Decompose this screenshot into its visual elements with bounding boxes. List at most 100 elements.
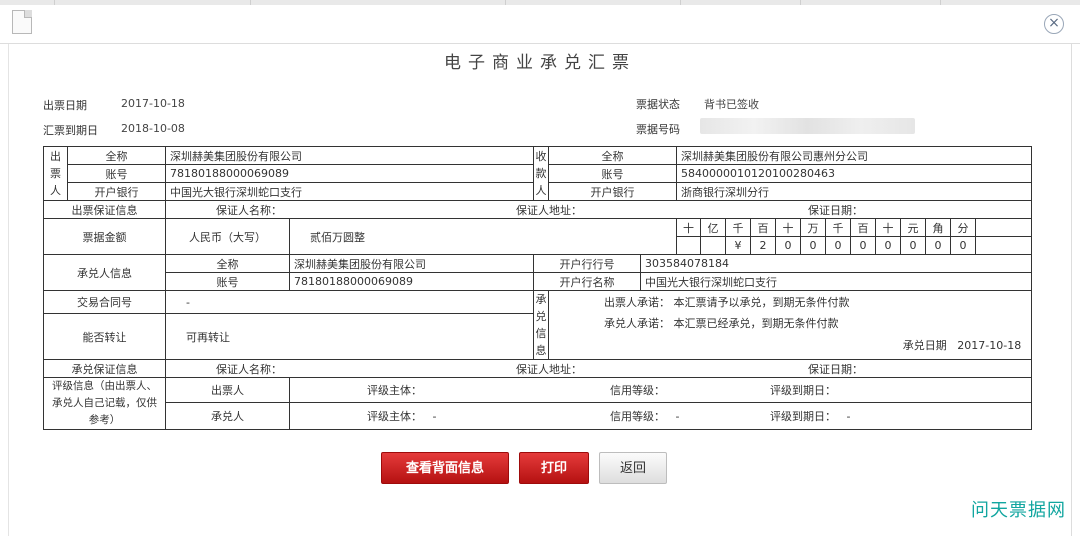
acceptor-bank-no: 303584078184 — [639, 254, 1033, 273]
amount-unit: 万 — [800, 218, 827, 237]
contract-label: 交易合同号 — [43, 290, 166, 314]
payee-bank: 浙商银行深圳分行 — [676, 182, 1033, 201]
amount-unit: 角 — [925, 218, 952, 237]
acceptance-guarantor-address-label: 保证人地址： — [516, 362, 582, 376]
acceptor-promise: 承兑人承诺： 本汇票已经承兑，到期无条件付款 — [604, 317, 839, 331]
drawer-guarantee-fields: 保证人名称： 保证人地址： 保证日期： — [164, 200, 1033, 219]
rating-expiry: 评级到期日： — [770, 383, 836, 397]
amount-unit: 分 — [950, 218, 977, 237]
amount-digit: 0 — [875, 236, 902, 255]
amount-unit: 百 — [850, 218, 877, 237]
acceptance-guarantee-date-label: 保证日期： — [808, 362, 863, 376]
action-bar: 查看背面信息 打印 返回 — [0, 452, 1080, 486]
transferable-value: 可再转让 — [165, 313, 534, 360]
amount-unit: 千 — [725, 218, 752, 237]
amount-unit: 元 — [900, 218, 927, 237]
acceptor-row-2: 账号 78180188000069089 开户行名称 中国光大银行深圳蛇口支行 — [44, 272, 1033, 291]
drawer-guarantee-row: 出票保证信息 保证人名称： 保证人地址： 保证日期： — [43, 200, 1033, 219]
amount-unit: 十 — [775, 218, 802, 237]
rating-subject: 评级主体： - — [367, 409, 437, 423]
window-titlebar: × — [0, 0, 1080, 44]
payee-side-label: 收款人 — [533, 146, 549, 201]
watermark-logo: 问天票据网 — [971, 500, 1066, 521]
drawer-account: 78180188000069089 — [165, 164, 534, 183]
view-back-info-button[interactable]: 查看背面信息 — [381, 452, 509, 484]
rating-grade: 信用等级： — [610, 383, 665, 397]
drawer-guarantee-label: 出票保证信息 — [43, 200, 166, 219]
rating-party: 承兑人 — [165, 401, 290, 431]
amount-digit: 0 — [925, 236, 952, 255]
acceptor-account-label: 账号 — [165, 272, 290, 291]
rating-row-drawer: 评级信息（由出票人、承兑人自己记载，仅供参考） 出票人 评级主体： 信用等级： … — [43, 377, 1033, 430]
amount-unit: 十 — [875, 218, 902, 237]
rating-row-acceptor: 承兑人 评级主体： - 信用等级： - 评级到期日： - — [44, 401, 1033, 431]
payee-name-label: 全称 — [547, 146, 678, 165]
amount-digit — [676, 236, 702, 255]
acceptor-bank-name: 中国光大银行深圳蛇口支行 — [639, 272, 1033, 291]
bill-no-redacted — [700, 118, 915, 134]
issue-date-value: 2017-10-18 — [121, 97, 185, 110]
amount-digit: 0 — [950, 236, 977, 255]
bill-no-label: 票据号码 — [636, 123, 680, 136]
acceptor-promise-block: 承兑人承诺： 本汇票已经承兑，到期无条件付款 承兑日期 2017-10-18 — [547, 313, 1033, 360]
payee-bank-label: 开户银行 — [547, 182, 678, 201]
status-value: 背书已签收 — [704, 98, 759, 111]
amount-units-row: 票据金额 人民币（大写） 贰佰万圆整 十 亿 千 百 十 万 千 百 十 元 角… — [43, 218, 1033, 255]
drawer-name: 深圳赫美集团股份有限公司 — [165, 146, 534, 165]
rating-expiry: 评级到期日： - — [770, 409, 851, 423]
rating-label: 评级信息（由出票人、承兑人自己记载，仅供参考） — [43, 377, 166, 430]
amount-unit: 百 — [750, 218, 777, 237]
acceptance-guarantee-fields: 保证人名称： 保证人地址： 保证日期： — [164, 359, 1033, 378]
amount-unit: 千 — [825, 218, 852, 237]
amount-label: 票据金额 — [43, 218, 166, 255]
amount-unit — [975, 218, 1033, 237]
close-button[interactable]: × — [1044, 14, 1064, 34]
amount-digit: 0 — [800, 236, 827, 255]
acceptor-info-label: 承兑人信息 — [43, 254, 166, 291]
document-icon — [12, 10, 32, 34]
acceptance-side-label: 承兑信息 — [533, 290, 549, 360]
contract-row: 交易合同号 - 承兑信息 出票人承诺： 本汇票请予以承兑，到期无条件付款 — [43, 290, 1033, 360]
amount-digit: 0 — [850, 236, 877, 255]
drawer-bank: 中国光大银行深圳蛇口支行 — [165, 182, 534, 201]
rating-fields: 评级主体： - 信用等级： - 评级到期日： - — [288, 401, 1033, 431]
drawer-bank-label: 开户银行 — [67, 182, 166, 201]
acceptance-guarantee-row: 承兑保证信息 保证人名称： 保证人地址： 保证日期： — [43, 359, 1033, 378]
rating-subject: 评级主体： — [367, 383, 422, 397]
acceptor-bank-no-label: 开户行行号 — [533, 254, 641, 273]
contract-value: - — [165, 290, 534, 314]
amount-digit: 0 — [900, 236, 927, 255]
accept-date: 承兑日期 2017-10-18 — [902, 339, 1022, 353]
amount-digit — [700, 236, 727, 255]
amount-unit: 十 — [676, 218, 702, 237]
amount-digit — [975, 236, 1033, 255]
due-date-value: 2018-10-08 — [121, 122, 185, 135]
drawer-payee-row-1: 出票人 全称 深圳赫美集团股份有限公司 收款人 全称 深圳赫美集团股份有限公司惠… — [43, 146, 1033, 201]
due-date-label: 汇票到期日 — [43, 124, 98, 137]
amount-unit: 亿 — [700, 218, 727, 237]
acceptor-name-label: 全称 — [165, 254, 290, 273]
issue-date-label: 出票日期 — [43, 99, 87, 112]
transferable-label: 能否转让 — [43, 313, 166, 360]
amount-digit: 2 — [750, 236, 777, 255]
bill-table: 出票人 全称 深圳赫美集团股份有限公司 收款人 全称 深圳赫美集团股份有限公司惠… — [43, 146, 1033, 431]
drawer-account-label: 账号 — [67, 164, 166, 183]
acceptor-bank-name-label: 开户行名称 — [533, 272, 641, 291]
payee-account-label: 账号 — [547, 164, 678, 183]
acceptance-guarantor-name-label: 保证人名称： — [216, 362, 282, 376]
acceptor-account: 78180188000069089 — [289, 272, 534, 291]
amount-digit: 0 — [825, 236, 852, 255]
rating-fields: 评级主体： 信用等级： 评级到期日： — [288, 377, 1033, 403]
drawer-guarantor-address-label: 保证人地址： — [516, 203, 582, 217]
payee-name: 深圳赫美集团股份有限公司惠州分公司 — [676, 146, 1033, 165]
rating-party: 出票人 — [165, 377, 290, 403]
print-button[interactable]: 打印 — [519, 452, 589, 484]
drawer-promise: 出票人承诺： 本汇票请予以承兑，到期无条件付款 — [547, 290, 1033, 314]
amount-digit: ¥ — [725, 236, 752, 255]
acceptance-guarantee-label: 承兑保证信息 — [43, 359, 166, 378]
status-label: 票据状态 — [636, 98, 680, 111]
drawer-name-label: 全称 — [67, 146, 166, 165]
amount-words: 贰佰万圆整 — [288, 218, 678, 255]
return-button[interactable]: 返回 — [599, 452, 667, 484]
rating-grade: 信用等级： - — [610, 409, 680, 423]
